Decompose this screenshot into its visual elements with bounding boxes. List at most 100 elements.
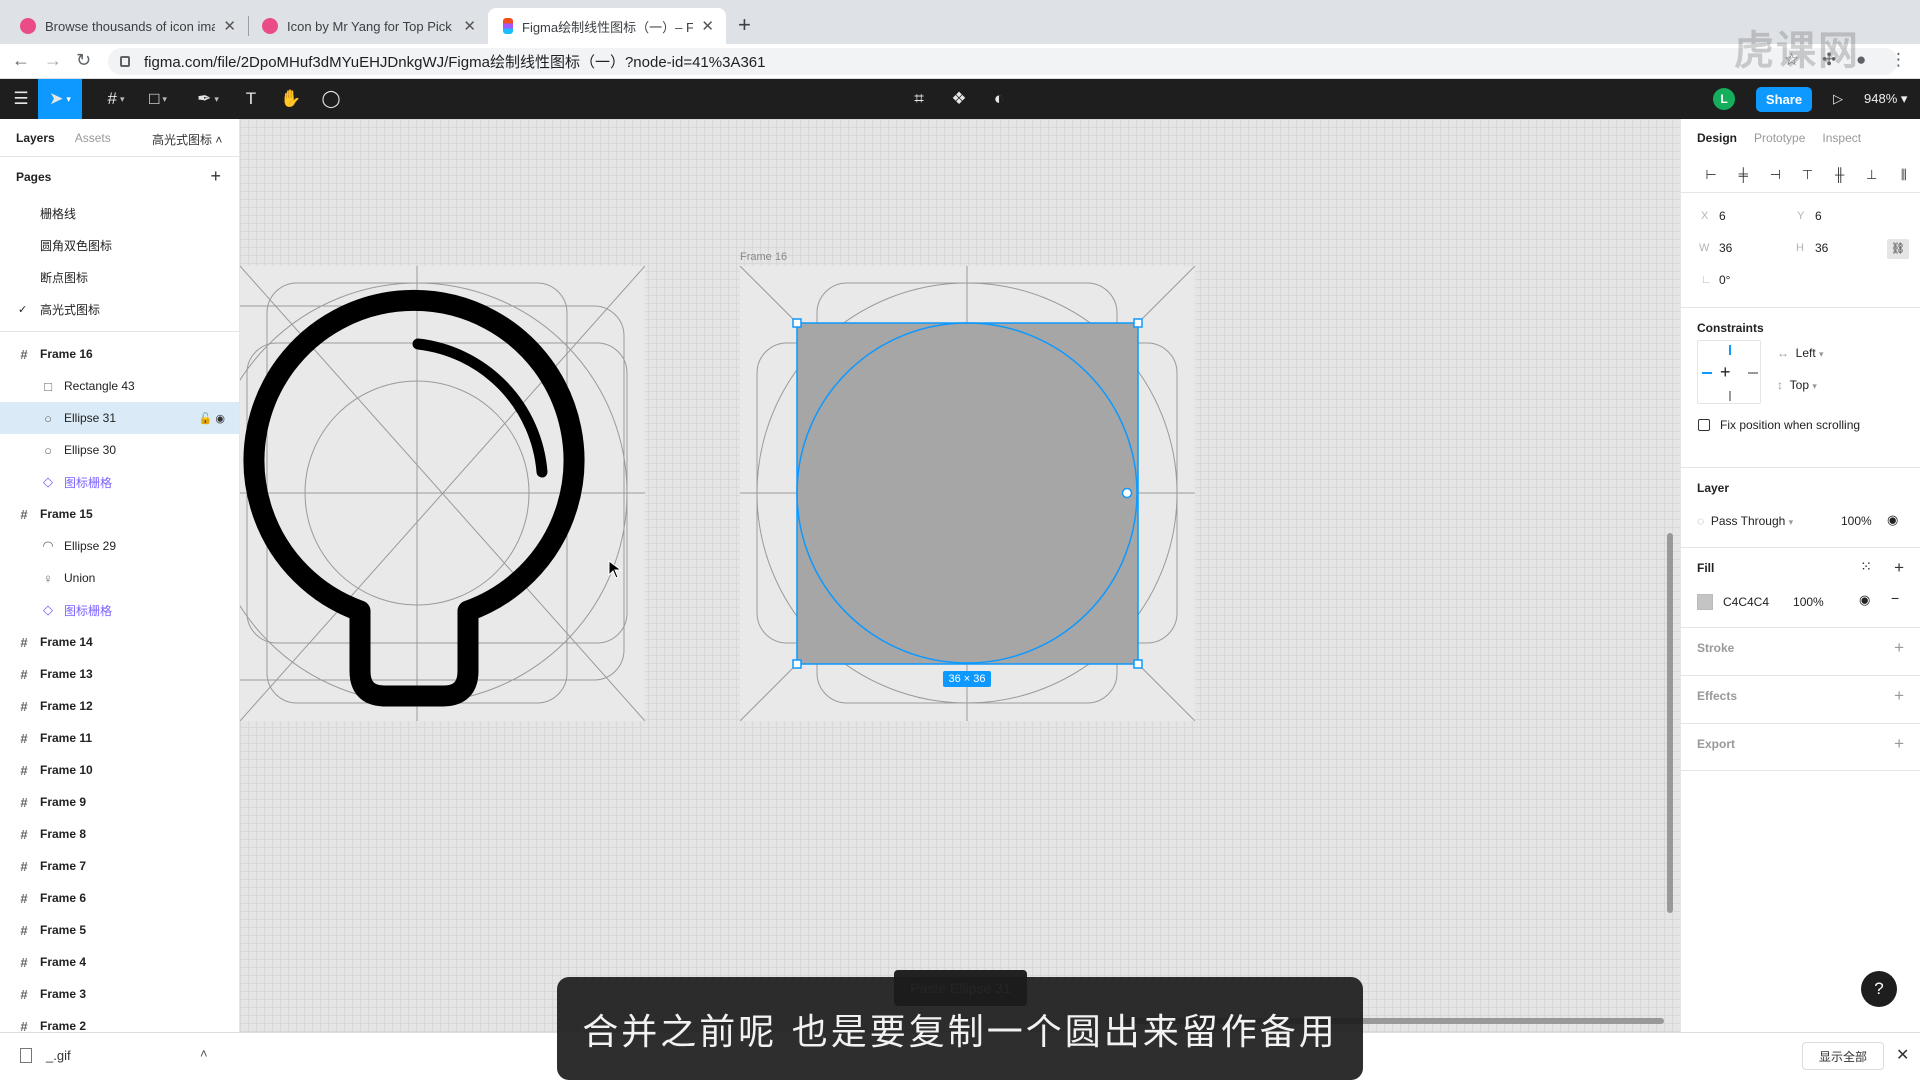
fill-opacity-value[interactable]: 100% [1793,595,1824,609]
crop-icon[interactable]: ⌗ [904,79,934,119]
reload-icon[interactable]: ↻ [76,50,91,71]
unlock-icon[interactable]: 🔓 [199,413,216,425]
tab-design[interactable]: Design [1697,131,1737,145]
hand-tool-button[interactable]: ✋ [276,79,306,119]
y-input[interactable]: 6 [1815,209,1822,223]
align-center-v-icon[interactable]: ╫ [1824,167,1856,182]
constraint-horizontal-select[interactable]: ↔ Left ▾ [1777,346,1824,360]
constraint-widget[interactable]: + [1697,340,1761,404]
component-icon[interactable]: ❖ [944,79,974,119]
main-menu-icon[interactable]: ☰ [6,79,36,119]
layer-frame-row[interactable]: # Frame 9 [0,786,239,818]
layer-frame-row[interactable]: # Frame 2 [0,1010,239,1033]
layer-row[interactable]: ○ Ellipse 30 [0,434,239,466]
layer-frame-row[interactable]: # Frame 4 [0,946,239,978]
x-input[interactable]: 6 [1719,209,1726,223]
fill-styles-icon[interactable]: ⁙ [1860,558,1872,575]
align-bottom-icon[interactable]: ⊥ [1856,167,1888,183]
contrast-icon[interactable]: ◐ [984,79,1014,119]
pen-tool-button[interactable]: ✒ ▾ [188,79,228,119]
add-fill-icon[interactable]: + [1894,558,1904,578]
frame-tool-button[interactable]: # ▾ [96,79,136,119]
page-item[interactable]: 断点图标 [0,261,239,293]
page-item[interactable]: 栅格线 [0,197,239,229]
menu-kebab-icon[interactable]: ⋮ [1890,50,1907,70]
visibility-eye-icon[interactable]: ◉ [215,413,225,425]
w-input[interactable]: 36 [1719,241,1732,255]
layer-row[interactable]: □ Rectangle 43 [0,370,239,402]
layer-frame-row[interactable]: # Frame 12 [0,690,239,722]
design-canvas[interactable]: Frame 16 36 × 36 [240,119,1680,1032]
ellipse-31-shape[interactable] [796,322,1138,664]
download-caret-icon[interactable]: ˄ [200,1046,208,1061]
layer-row[interactable]: ♀ Union [0,562,239,594]
align-right-icon[interactable]: ⊣ [1759,167,1791,183]
layer-frame-row[interactable]: # Frame 16 [0,338,239,370]
frame-16-label[interactable]: Frame 16 [740,251,787,263]
move-tool-button[interactable]: ➤ ▾ [38,79,82,119]
help-question-icon[interactable]: ? [1861,971,1897,1007]
fix-scroll-checkbox[interactable] [1698,419,1710,431]
new-tab-icon[interactable]: + [738,12,751,38]
layer-frame-row[interactable]: # Frame 10 [0,754,239,786]
add-stroke-icon[interactable]: + [1894,638,1904,658]
layer-frame-row[interactable]: # Frame 11 [0,722,239,754]
rotation-input[interactable]: 0° [1719,273,1730,287]
tab-close-icon[interactable]: ✕ [463,17,476,35]
show-all-button[interactable]: 显示全部 [1802,1042,1884,1070]
layer-row[interactable]: ○ Ellipse 31 🔓 ◉ [0,402,239,434]
present-play-icon[interactable]: ▷ [1826,79,1850,119]
layer-frame-row[interactable]: # Frame 3 [0,978,239,1010]
constraint-left-indicator[interactable] [1702,372,1712,374]
layer-row[interactable]: ◠ Ellipse 29 [0,530,239,562]
layer-frame-row[interactable]: # Frame 15 [0,498,239,530]
align-center-h-icon[interactable]: ╪ [1727,167,1759,182]
close-download-bar-icon[interactable]: ✕ [1896,1045,1909,1065]
browser-tab-3-active[interactable]: Figma绘制线性图标（一）– Fig ✕ [488,8,726,44]
constraint-top-indicator[interactable] [1729,345,1731,355]
current-page-selector[interactable]: 高光式图标 ˄ [152,131,222,148]
browser-tab-1[interactable]: Browse thousands of icon imag ✕ [8,8,248,44]
blend-mode-select[interactable]: ◌ Pass Through ▾ [1697,514,1793,528]
constraint-bottom-indicator[interactable] [1729,391,1731,401]
zoom-level[interactable]: 948% ▾ [1864,91,1907,107]
distribute-icon[interactable]: ⫼ [1888,167,1920,183]
text-tool-button[interactable]: T [236,79,266,119]
layer-frame-row[interactable]: # Frame 14 [0,626,239,658]
vertical-scrollbar[interactable] [1667,533,1673,913]
h-input[interactable]: 36 [1815,241,1828,255]
add-export-icon[interactable]: + [1894,734,1904,754]
tab-layers[interactable]: Layers [16,131,55,145]
browser-tab-2[interactable]: Icon by Mr Yang for Top Pick S ✕ [250,8,488,44]
tab-assets[interactable]: Assets [75,131,111,145]
constraint-vertical-select[interactable]: ↕ Top ▾ [1777,378,1817,392]
fix-scroll-row[interactable]: Fix position when scrolling [1698,418,1860,432]
layer-frame-row[interactable]: # Frame 5 [0,914,239,946]
tab-prototype[interactable]: Prototype [1754,131,1805,145]
tab-inspect[interactable]: Inspect [1822,131,1861,145]
layer-row[interactable]: ◇ 图标栅格 [0,594,239,626]
url-field[interactable]: figma.com/file/2DpoMHuf3dMYuEHJDnkgWJ/Fi… [108,48,1898,75]
remove-fill-icon[interactable]: − [1891,590,1899,606]
frame-15-artboard[interactable] [240,266,645,721]
layer-row[interactable]: ◇ 图标栅格 [0,466,239,498]
layer-frame-row[interactable]: # Frame 13 [0,658,239,690]
tab-close-icon[interactable]: ✕ [701,17,714,35]
constrain-proportions-icon[interactable]: ⛓ [1887,239,1909,259]
add-effect-icon[interactable]: + [1894,686,1904,706]
fill-row[interactable]: C4C4C4 100% [1697,594,1824,610]
layer-opacity-input[interactable]: 100% [1841,514,1872,528]
fill-color-swatch[interactable] [1697,594,1713,610]
fill-visibility-eye-icon[interactable]: ◉ [1859,592,1870,608]
forward-icon[interactable]: → [44,50,62,71]
download-item[interactable]: _.gif [20,1048,71,1063]
align-top-icon[interactable]: ⊤ [1791,167,1823,183]
back-icon[interactable]: ← [12,50,30,71]
tab-close-icon[interactable]: ✕ [223,17,236,35]
user-avatar[interactable]: L [1713,88,1735,110]
layer-frame-row[interactable]: # Frame 6 [0,882,239,914]
frame-16-artboard[interactable] [740,266,1195,721]
comment-tool-button[interactable]: ◯ [316,79,346,119]
layer-frame-row[interactable]: # Frame 7 [0,850,239,882]
constraint-right-indicator[interactable] [1748,372,1758,374]
